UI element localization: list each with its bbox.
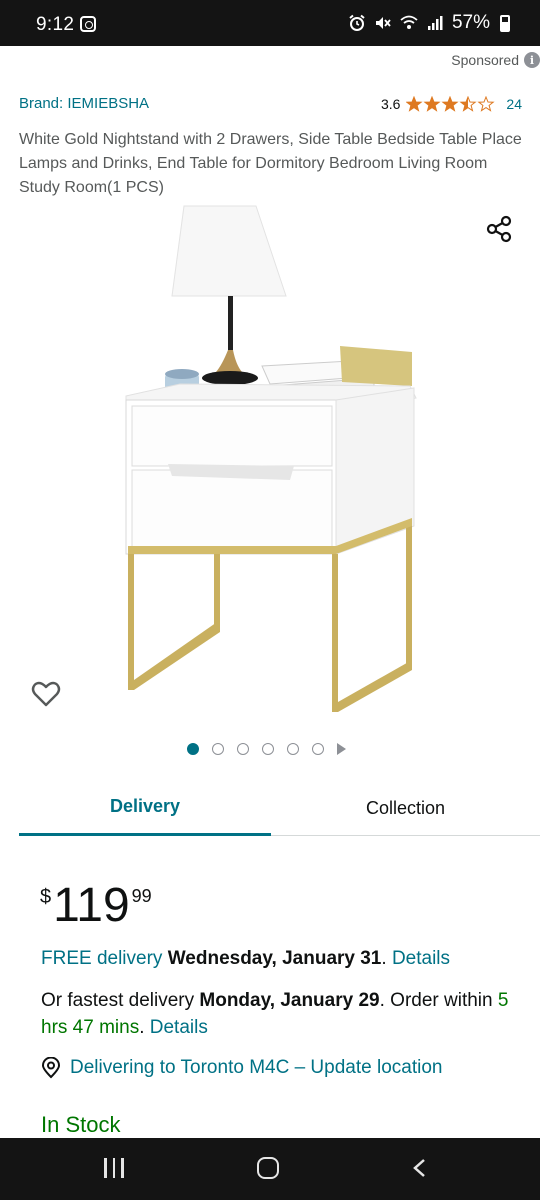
mute-icon	[375, 17, 391, 29]
rating-summary[interactable]: 3.6 24	[381, 96, 522, 112]
carousel-dot[interactable]	[312, 743, 324, 755]
share-icon[interactable]	[484, 214, 514, 244]
back-button[interactable]	[410, 1158, 430, 1178]
fastest-suffix: .	[139, 1017, 145, 1038]
fastest-delivery-line: Or fastest delivery Monday, January 29. …	[41, 987, 511, 1041]
status-time: 9:12	[36, 14, 75, 35]
details-link[interactable]: Details	[150, 1017, 208, 1038]
price-symbol: $	[40, 886, 52, 908]
price-fraction: 99	[131, 886, 152, 906]
carousel-dot[interactable]	[262, 743, 274, 755]
carousel-dot[interactable]	[187, 743, 199, 755]
details-link[interactable]: Details	[392, 948, 450, 969]
status-bar: 9:12 57%	[0, 0, 540, 46]
carousel-dot[interactable]	[212, 743, 224, 755]
product-title: White Gold Nightstand with 2 Drawers, Si…	[19, 131, 522, 196]
fastest-mid: . Order within	[379, 990, 493, 1011]
location-pin-icon	[41, 1057, 61, 1079]
price-whole: 119	[53, 879, 130, 932]
free-delivery-suffix: .	[381, 948, 387, 969]
info-icon[interactable]: i	[524, 52, 540, 68]
star-rating	[406, 96, 496, 112]
free-delivery-label[interactable]: FREE delivery	[41, 948, 162, 969]
sponsored-text: Sponsored	[451, 52, 519, 68]
product-image[interactable]	[110, 200, 430, 720]
location-text[interactable]: Delivering to Toronto M4C – Update locat…	[70, 1057, 442, 1079]
wifi-icon	[400, 15, 418, 29]
free-delivery-line: FREE delivery Wednesday, January 31. Det…	[41, 945, 450, 972]
alarm-icon	[349, 14, 365, 31]
home-button[interactable]	[257, 1157, 279, 1179]
fastest-date: Monday, January 29	[199, 990, 380, 1011]
delivery-location[interactable]: Delivering to Toronto M4C – Update locat…	[41, 1057, 442, 1079]
brand-link[interactable]: Brand: IEMIEBSHA	[19, 95, 149, 112]
system-nav-bar	[0, 1138, 540, 1200]
carousel-dot[interactable]	[287, 743, 299, 755]
rating-value: 3.6	[380, 96, 401, 112]
signal-icon	[427, 16, 443, 30]
heart-icon[interactable]	[30, 678, 62, 710]
stock-status: In Stock	[41, 1112, 121, 1137]
free-delivery-date: Wednesday, January 31	[167, 948, 382, 969]
fulfillment-tabs: Delivery Collection	[19, 780, 540, 836]
battery-percent: 57%	[451, 12, 490, 33]
rating-count[interactable]: 24	[506, 96, 522, 112]
stars-icon	[406, 96, 495, 112]
tab-collection[interactable]: Collection	[271, 780, 540, 836]
instagram-notification-icon	[80, 16, 96, 32]
sponsored-label[interactable]: Sponsored i	[451, 52, 540, 68]
fastest-prefix: Or fastest delivery	[41, 990, 195, 1011]
status-icons: 57%	[348, 12, 510, 34]
play-video-icon[interactable]	[337, 743, 346, 755]
price: $ 119 99	[40, 880, 152, 932]
image-carousel-dots[interactable]	[187, 743, 346, 755]
tab-delivery[interactable]: Delivery	[19, 780, 271, 836]
recents-button[interactable]	[104, 1158, 124, 1178]
battery-icon	[500, 14, 510, 32]
carousel-dot[interactable]	[237, 743, 249, 755]
